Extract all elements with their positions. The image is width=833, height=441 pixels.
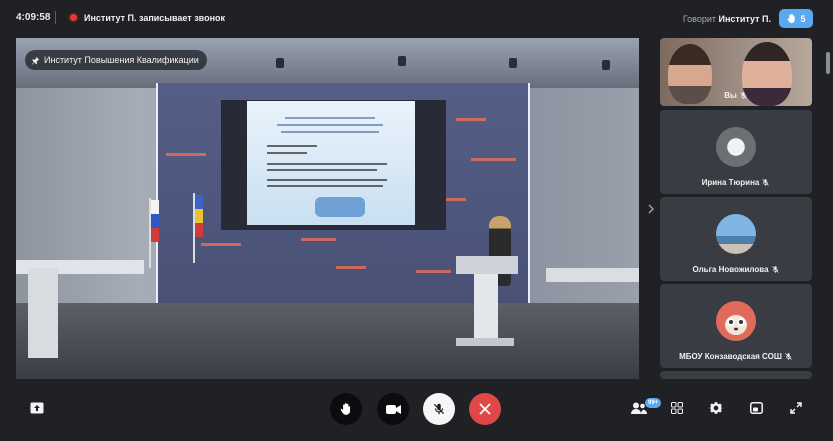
lectern-base <box>456 338 514 346</box>
participant-name-row: Ирина Тюрина <box>660 178 812 187</box>
end-call-button[interactable] <box>469 393 501 425</box>
lemur-icon <box>725 315 747 335</box>
expand-icon <box>790 402 802 414</box>
slide-line <box>267 163 387 165</box>
microphone-button[interactable] <box>423 393 455 425</box>
active-speaker-name: Институт П. <box>718 14 771 24</box>
raise-hand-button[interactable] <box>330 393 362 425</box>
participant-tile[interactable]: Ольга Новожилова <box>660 197 812 281</box>
gear-icon <box>709 402 723 414</box>
recording-icon <box>70 14 77 21</box>
slide-line <box>267 185 383 187</box>
participant-name: Вы <box>724 91 737 100</box>
slide-line <box>267 169 377 171</box>
slide-line <box>267 145 317 147</box>
close-icon <box>479 403 491 415</box>
wall-light-strip <box>471 158 516 161</box>
slide-line <box>285 117 375 119</box>
camera-button[interactable] <box>377 393 409 425</box>
chevron-right-icon <box>648 204 655 214</box>
participant-name-row: МБОУ Конзаводская СОШ <box>660 352 812 361</box>
call-time: 4:09:58 <box>16 12 51 23</box>
top-bar: 4:09:58 Институт П. записывает звонок Го… <box>0 0 833 36</box>
participant-name: Ольга Новожилова <box>692 265 769 274</box>
participant-name: Ирина Тюрина <box>701 178 760 187</box>
participant-name: МБОУ Конзаводская СОШ <box>679 352 782 361</box>
camera-icon <box>385 404 401 414</box>
avatar <box>716 214 756 254</box>
wall-light-strip <box>166 153 206 156</box>
main-video[interactable] <box>16 38 639 379</box>
picture-in-picture-icon <box>749 402 763 414</box>
collapse-sidebar-button[interactable] <box>646 200 656 218</box>
ceiling-light <box>398 56 406 66</box>
slide-illustration <box>315 197 365 217</box>
grid-icon <box>671 402 683 414</box>
wall-light-strip <box>416 270 451 273</box>
mic-off-icon <box>785 353 792 360</box>
avatar <box>716 301 756 341</box>
bottom-toolbar <box>0 386 833 441</box>
participant-tile[interactable]: МБОУ Конзаводская СОШ <box>660 284 812 368</box>
share-screen-icon <box>30 402 44 414</box>
lectern <box>456 256 518 274</box>
mic-off-icon <box>433 403 445 415</box>
wall-light-strip <box>201 243 241 246</box>
participant-tile-self[interactable]: Вы <box>660 38 812 106</box>
ceiling-light <box>276 58 284 68</box>
ceiling-light <box>602 60 610 70</box>
right-table <box>546 268 639 282</box>
active-speaker: Говорит Институт П. <box>683 14 771 24</box>
participant-tile[interactable]: Ирина Тюрина <box>660 110 812 194</box>
raised-hand-icon <box>340 403 351 415</box>
lectern-post <box>474 274 498 342</box>
participant-name-row: Ольга Новожилова <box>660 265 812 274</box>
raised-hands-count: 5 <box>800 13 806 24</box>
fullscreen-button[interactable] <box>783 395 809 421</box>
video-scene-floor <box>16 303 639 379</box>
slide-line <box>267 152 307 154</box>
regional-flag <box>193 193 203 263</box>
share-screen-button[interactable] <box>24 395 50 421</box>
participants-scrollbar[interactable] <box>826 52 830 74</box>
slide-line <box>267 179 387 181</box>
participants-count-badge: 99+ <box>645 398 662 408</box>
raised-hand-icon <box>787 13 796 24</box>
pin-icon <box>31 56 40 65</box>
grid-layout-button[interactable] <box>664 395 690 421</box>
ceiling-light <box>509 58 517 68</box>
raised-hands-button[interactable]: 5 <box>779 9 813 28</box>
conference-badge: Институт Повышения Квалификации <box>25 50 207 70</box>
settings-button[interactable] <box>703 395 729 421</box>
mic-off-icon <box>771 266 779 273</box>
conference-name: Институт Повышения Квалификации <box>44 55 199 65</box>
wall-light-strip <box>301 238 336 241</box>
wall-light-strip <box>336 266 366 269</box>
divider <box>55 11 56 24</box>
picture-in-picture-button[interactable] <box>743 395 769 421</box>
participant-name-row: Вы <box>660 91 812 100</box>
wall-light-strip <box>456 118 486 121</box>
slide-line <box>277 124 383 126</box>
mic-off-icon <box>740 92 747 99</box>
mic-off-icon <box>762 179 770 186</box>
active-speaker-label: Говорит <box>682 14 716 24</box>
left-stand <box>28 268 58 358</box>
projector-screen <box>247 101 415 225</box>
recording-status: Институт П. записывает звонок <box>84 13 226 23</box>
russia-flag <box>149 198 159 268</box>
participant-tile-partial[interactable] <box>660 371 812 379</box>
slide-line <box>281 131 379 133</box>
avatar <box>716 127 756 167</box>
